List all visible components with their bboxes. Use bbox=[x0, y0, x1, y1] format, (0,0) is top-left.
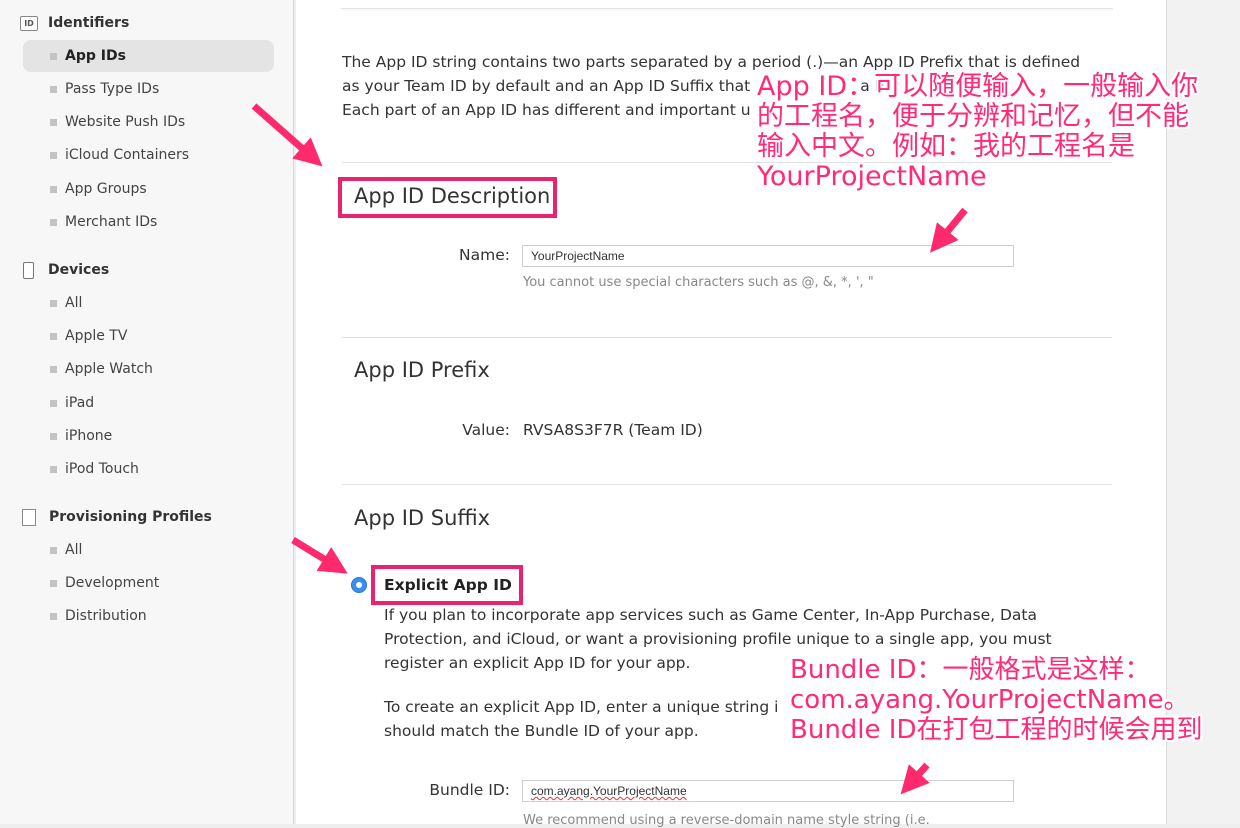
arrow-icon bbox=[251, 103, 323, 167]
arrow-icon bbox=[900, 762, 930, 795]
annotation-arrows bbox=[251, 103, 968, 795]
arrow-icon bbox=[930, 207, 968, 253]
arrow-icon bbox=[291, 537, 348, 574]
